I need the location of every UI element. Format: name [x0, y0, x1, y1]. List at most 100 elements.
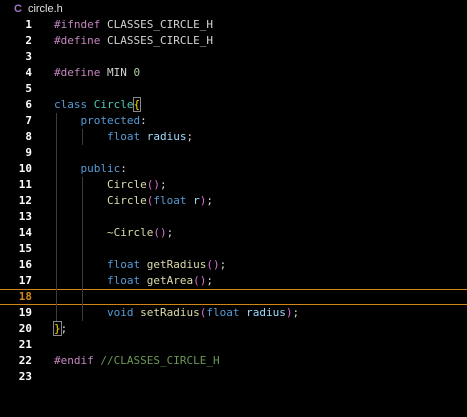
code-line[interactable]: 20};	[0, 321, 467, 337]
code-line[interactable]: 7 protected:	[0, 113, 467, 129]
current-code-line[interactable]: 18	[0, 289, 467, 305]
code-line[interactable]: 22 #endif //CLASSES_CIRCLE_H	[0, 353, 467, 369]
code-text: public:	[54, 161, 127, 177]
tab-bar: C circle.h	[0, 0, 467, 17]
line-number: 7	[25, 114, 32, 127]
line-number: 16	[18, 258, 32, 271]
code-token: ()	[153, 226, 167, 239]
code-token: radius	[246, 306, 286, 319]
code-token: #endif	[54, 354, 94, 367]
code-line[interactable]: 9	[0, 145, 467, 161]
line-number: 20	[18, 322, 32, 335]
matched-brace: }	[53, 321, 62, 336]
code-text: protected:	[54, 113, 147, 129]
code-line[interactable]: 21	[0, 337, 467, 353]
code-token: ;	[186, 130, 194, 143]
code-token: ;	[159, 178, 167, 191]
code-line[interactable]: 4 #define MIN 0	[0, 65, 467, 81]
code-line[interactable]: 2 #define CLASSES_CIRCLE_H	[0, 33, 467, 49]
code-line[interactable]: 17 float getArea();	[0, 273, 467, 289]
code-token: setRadius	[140, 306, 200, 319]
code-token: class	[54, 98, 88, 111]
code-token: ;	[292, 306, 300, 319]
code-token: #define	[54, 34, 101, 47]
code-line[interactable]: 10 public:	[0, 161, 467, 177]
code-line[interactable]: 16 float getRadius();	[0, 257, 467, 273]
code-line[interactable]: 19 void setRadius(float radius);	[0, 305, 467, 321]
code-line[interactable]: 6 class Circle{	[0, 97, 467, 113]
line-number: 19	[18, 306, 32, 319]
tab-circle-h[interactable]: C circle.h	[0, 0, 69, 17]
line-number: 21	[18, 338, 32, 351]
line-number: 2	[25, 34, 32, 47]
code-editor[interactable]: C circle.h 1 #ifndef CLASSES_CIRCLE_H 2 #de…	[0, 0, 467, 417]
line-number: 6	[25, 98, 32, 111]
code-token: ()	[146, 178, 160, 191]
code-line[interactable]: 14 ~Circle();	[0, 225, 467, 241]
indent-guide	[56, 145, 57, 161]
code-text: #endif //CLASSES_CIRCLE_H	[54, 353, 220, 369]
code-line[interactable]: 11 Circle();	[0, 177, 467, 193]
code-text: float radius;	[54, 129, 193, 145]
code-text: float getArea();	[54, 273, 213, 289]
line-number: 11	[18, 178, 32, 191]
code-token: ;	[206, 274, 213, 287]
code-text: Circle(float r);	[54, 193, 213, 209]
code-token: protected	[80, 114, 141, 127]
code-token: float	[153, 194, 187, 207]
line-number: 1	[25, 18, 32, 31]
code-token: ()	[193, 274, 207, 287]
code-text: #define MIN 0	[54, 65, 140, 81]
code-line[interactable]: 5	[0, 81, 467, 97]
code-text: float getRadius();	[54, 257, 226, 273]
code-token: float	[106, 274, 141, 287]
indent-guide	[56, 209, 57, 225]
code-line[interactable]: 1 #ifndef CLASSES_CIRCLE_H	[0, 17, 467, 33]
code-line[interactable]: 15	[0, 241, 467, 257]
line-number: 12	[18, 194, 32, 207]
line-number: 18	[18, 290, 32, 303]
code-token: Circle	[93, 98, 134, 111]
line-number: 17	[18, 274, 32, 287]
code-line[interactable]: 13	[0, 209, 467, 225]
code-line[interactable]: 3	[0, 49, 467, 65]
line-number: 9	[25, 146, 32, 159]
code-line[interactable]: 12 Circle(float r);	[0, 193, 467, 209]
code-token: ;	[60, 322, 68, 335]
code-text: Circle();	[54, 177, 167, 193]
line-number: 22	[18, 354, 32, 367]
code-token: :	[140, 114, 147, 127]
line-number: 13	[18, 210, 32, 223]
code-token: #ifndef	[54, 18, 101, 31]
code-text: #define CLASSES_CIRCLE_H	[54, 33, 213, 49]
code-token: CLASSES_CIRCLE_H	[100, 34, 213, 47]
code-token: float	[106, 130, 141, 143]
indent-guide	[82, 289, 83, 305]
code-token: float	[106, 258, 141, 271]
code-text: #ifndef CLASSES_CIRCLE_H	[54, 17, 213, 33]
code-line[interactable]: 23	[0, 369, 467, 385]
matched-brace: {	[132, 97, 142, 112]
code-line[interactable]: 8 float radius;	[0, 129, 467, 145]
code-token: void	[106, 306, 134, 319]
code-token: float	[206, 306, 240, 319]
code-token: getArea	[146, 274, 194, 287]
code-token: 0	[133, 66, 141, 79]
indent-guide	[82, 241, 83, 257]
code-token: Circle	[106, 178, 147, 191]
indent-guide	[82, 209, 83, 225]
code-token: :	[120, 162, 127, 175]
line-number: 3	[25, 50, 32, 63]
indent-guide	[56, 289, 57, 305]
code-area[interactable]: 1 #ifndef CLASSES_CIRCLE_H 2 #define CLASSE…	[0, 17, 467, 385]
